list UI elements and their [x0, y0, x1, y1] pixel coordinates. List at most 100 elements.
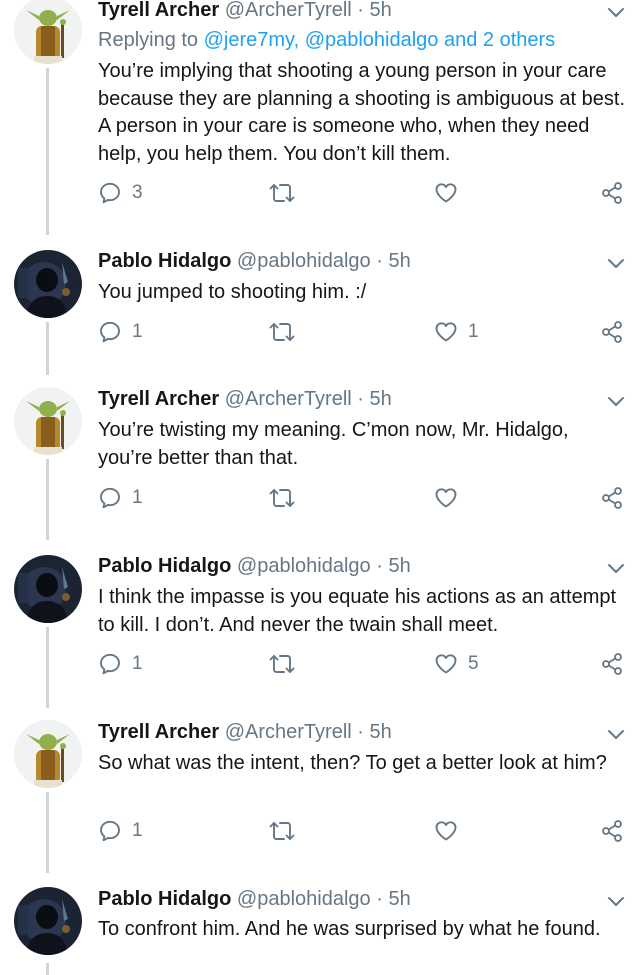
- tweet-text: You’re twisting my meaning. C’mon now, M…: [98, 419, 569, 469]
- chevron-down-icon[interactable]: [606, 256, 626, 270]
- avatar[interactable]: [14, 387, 82, 455]
- tweet-1[interactable]: Tyrell Archer @ArcherTyrell · 5h Replyin…: [0, 0, 640, 235]
- tweet-header: Tyrell Archer @ArcherTyrell · 5h: [98, 0, 392, 22]
- retweet-button[interactable]: [268, 486, 296, 510]
- timestamp[interactable]: 5h: [388, 250, 410, 272]
- tweet-text: To confront him. And he was surprised by…: [98, 918, 601, 940]
- like-count: 1: [468, 321, 479, 342]
- tweet-6[interactable]: Pablo Hidalgo @pablohidalgo · 5h To conf…: [0, 873, 640, 975]
- tweet-header: Pablo Hidalgo @pablohidalgo · 5h: [98, 249, 411, 273]
- thread-line: [46, 322, 49, 375]
- retweet-icon: [268, 652, 296, 676]
- share-button[interactable]: [600, 819, 624, 843]
- user-handle[interactable]: @ArcherTyrell: [225, 721, 352, 743]
- thread-line: [46, 627, 49, 708]
- tweet-actions: 1: [98, 486, 628, 510]
- reply-icon: [98, 181, 122, 205]
- reply-button[interactable]: 1: [98, 486, 143, 510]
- retweet-icon: [268, 819, 296, 843]
- tweet-2[interactable]: Pablo Hidalgo @pablohidalgo · 5h You jum…: [0, 235, 640, 375]
- thread-line: [46, 963, 49, 975]
- display-name[interactable]: Tyrell Archer: [98, 0, 219, 21]
- like-count: 5: [468, 653, 479, 674]
- replying-to-label: Replying to: [98, 29, 204, 51]
- user-handle[interactable]: @pablohidalgo: [237, 555, 371, 577]
- user-handle[interactable]: @pablohidalgo: [237, 888, 371, 910]
- share-icon: [600, 652, 624, 676]
- like-button[interactable]: [434, 486, 458, 510]
- share-icon: [600, 181, 624, 205]
- share-button[interactable]: [600, 652, 624, 676]
- tweet-text: So what was the intent, then? To get a b…: [98, 752, 607, 774]
- chevron-down-icon[interactable]: [606, 394, 626, 408]
- like-button[interactable]: 1: [434, 320, 479, 344]
- reply-button[interactable]: 3: [98, 181, 143, 205]
- avatar[interactable]: [14, 555, 82, 623]
- tweet-header: Pablo Hidalgo @pablohidalgo · 5h: [98, 554, 411, 578]
- tweet-text: I think the impasse is you equate his ac…: [98, 586, 617, 636]
- tweet-header: Tyrell Archer @ArcherTyrell · 5h: [98, 387, 392, 411]
- timestamp[interactable]: 5h: [388, 888, 410, 910]
- separator-dot: ·: [357, 388, 364, 410]
- reply-button[interactable]: 1: [98, 320, 143, 344]
- avatar[interactable]: [14, 887, 82, 955]
- replying-to: Replying to @jere7my, @pablohidalgo and …: [98, 28, 555, 52]
- display-name[interactable]: Pablo Hidalgo: [98, 250, 231, 272]
- display-name[interactable]: Pablo Hidalgo: [98, 555, 231, 577]
- chevron-down-icon[interactable]: [606, 561, 626, 575]
- display-name[interactable]: Tyrell Archer: [98, 388, 219, 410]
- reply-count: 1: [132, 820, 143, 841]
- chevron-down-icon[interactable]: [606, 5, 626, 19]
- reply-icon: [98, 320, 122, 344]
- separator-dot: ·: [357, 0, 364, 21]
- share-button[interactable]: [600, 320, 624, 344]
- tweet-4[interactable]: Pablo Hidalgo @pablohidalgo · 5h I think…: [0, 540, 640, 708]
- chevron-down-icon[interactable]: [606, 894, 626, 908]
- tweet-actions: 1 5: [98, 652, 628, 676]
- separator-dot: ·: [357, 721, 364, 743]
- reply-count: 1: [132, 321, 143, 342]
- retweet-button[interactable]: [268, 181, 296, 205]
- like-button[interactable]: 5: [434, 652, 479, 676]
- share-button[interactable]: [600, 181, 624, 205]
- like-button[interactable]: [434, 181, 458, 205]
- share-button[interactable]: [600, 486, 624, 510]
- reply-button[interactable]: 1: [98, 652, 143, 676]
- tweet-header: Tyrell Archer @ArcherTyrell · 5h: [98, 720, 392, 744]
- timestamp[interactable]: 5h: [388, 555, 410, 577]
- retweet-icon: [268, 320, 296, 344]
- avatar[interactable]: [14, 0, 82, 64]
- tweet-5[interactable]: Tyrell Archer @ArcherTyrell · 5h So what…: [0, 708, 640, 873]
- thread-line: [46, 459, 49, 540]
- reply-count: 3: [132, 182, 143, 203]
- reply-count: 1: [132, 653, 143, 674]
- share-icon: [600, 486, 624, 510]
- timestamp[interactable]: 5h: [370, 0, 392, 21]
- replying-to-links[interactable]: @jere7my, @pablohidalgo and 2 others: [204, 29, 556, 51]
- share-icon: [600, 819, 624, 843]
- timestamp[interactable]: 5h: [370, 388, 392, 410]
- tweet-actions: 1: [98, 819, 628, 843]
- tweet-header: Pablo Hidalgo @pablohidalgo · 5h: [98, 887, 411, 911]
- tweet-3[interactable]: Tyrell Archer @ArcherTyrell · 5h You’re …: [0, 375, 640, 540]
- avatar[interactable]: [14, 250, 82, 318]
- user-handle[interactable]: @ArcherTyrell: [225, 388, 352, 410]
- display-name[interactable]: Pablo Hidalgo: [98, 888, 231, 910]
- retweet-button[interactable]: [268, 320, 296, 344]
- reply-button[interactable]: 1: [98, 819, 143, 843]
- user-handle[interactable]: @pablohidalgo: [237, 250, 371, 272]
- heart-icon: [434, 181, 458, 205]
- user-handle[interactable]: @ArcherTyrell: [225, 0, 352, 21]
- like-button[interactable]: [434, 819, 458, 843]
- retweet-button[interactable]: [268, 652, 296, 676]
- chevron-down-icon[interactable]: [606, 727, 626, 741]
- display-name[interactable]: Tyrell Archer: [98, 721, 219, 743]
- avatar[interactable]: [14, 720, 82, 788]
- separator-dot: ·: [376, 250, 383, 272]
- retweet-button[interactable]: [268, 819, 296, 843]
- retweet-icon: [268, 486, 296, 510]
- tweet-actions: 1 1: [98, 320, 628, 344]
- timestamp[interactable]: 5h: [370, 721, 392, 743]
- thread-line: [46, 68, 49, 235]
- reply-icon: [98, 486, 122, 510]
